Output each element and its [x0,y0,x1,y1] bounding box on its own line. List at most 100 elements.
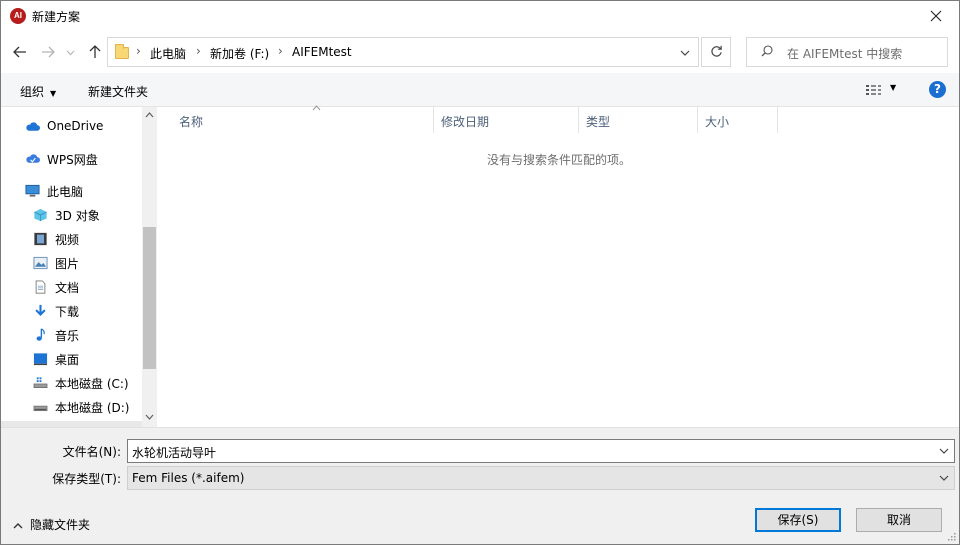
cancel-button[interactable]: 取消 [856,508,942,532]
drive-d-icon [33,405,48,412]
command-toolbar: 组织 ▼ 新建文件夹 ▼ ? [1,73,959,107]
column-header-size[interactable]: 大小 [698,107,778,133]
arrow-left-icon [13,46,26,58]
folder-icon [115,44,129,59]
view-menu-caret-icon[interactable]: ▼ [890,83,896,92]
organize-label: 组织 [20,85,45,99]
navigation-pane-scrollbar[interactable] [142,107,157,427]
breadcrumb-drive-f[interactable]: 新加卷 (F:) [210,45,269,62]
navigation-bar: › 此电脑 › 新加卷 (F:) › AIFEMtest 在 AIFEMtest… [1,31,959,73]
column-header-label: 类型 [586,115,611,129]
up-button[interactable] [84,41,106,63]
breadcrumb-aifemtest[interactable]: AIFEMtest [292,45,352,59]
sidebar-item-label: 本地磁盘 (C:) [55,377,129,391]
back-button[interactable] [9,41,31,63]
hide-folders-toggle[interactable]: 隐藏文件夹 [13,516,90,533]
wps-cloud-icon [26,154,40,163]
caret-down-icon: ▼ [50,89,57,98]
music-icon [36,328,45,341]
scroll-up-icon[interactable] [142,107,157,124]
view-options-icon[interactable] [865,83,883,97]
arrow-right-icon [42,46,55,58]
breadcrumb-this-pc[interactable]: 此电脑 [150,45,186,62]
drive-c-icon [33,377,48,388]
sidebar-item-label: 图片 [55,257,80,271]
filename-value: 水轮机活动导叶 [132,446,217,460]
resize-grip-icon[interactable] [946,531,956,541]
sidebar-item-label: 下载 [55,305,80,319]
sidebar-item-this-pc[interactable]: 此电脑 [1,180,141,202]
close-icon [930,10,942,22]
breadcrumb-separator: › [136,44,141,58]
filename-dropdown-icon[interactable] [939,445,949,457]
save-form: 文件名(N): 水轮机活动导叶 保存类型(T): Fem Files (*.ai… [1,427,959,544]
recent-locations-button[interactable] [63,41,77,63]
dialog-title: 新建方案 [32,10,81,24]
breadcrumb-separator: › [278,44,283,58]
sidebar-item-3d-objects[interactable]: 3D 对象 [1,204,141,226]
help-icon[interactable]: ? [929,81,946,98]
arrow-up-icon [89,45,101,58]
sidebar-item-onedrive[interactable]: OneDrive [1,116,141,138]
sidebar-item-drive-d[interactable]: 本地磁盘 (D:) [1,396,141,418]
chevron-down-icon [680,50,690,56]
filename-label: 文件名(N): [62,445,121,459]
column-header-name[interactable]: 名称 [172,105,434,133]
filetype-select[interactable]: Fem Files (*.aifem) [127,466,955,490]
sidebar-item-wps-cloud[interactable]: WPS网盘 [1,148,141,170]
scrollbar-thumb[interactable] [143,227,156,369]
column-header-date[interactable]: 修改日期 [434,107,579,133]
filetype-dropdown-icon[interactable] [939,472,949,484]
file-list[interactable]: 名称 修改日期 类型 大小 没有与搜索条件匹配的项。 [159,105,959,427]
documents-icon [35,280,46,294]
app-logo-icon: AI [10,8,26,24]
search-icon [761,45,773,57]
sidebar-item-label: 本地磁盘 (D:) [55,401,130,415]
save-dialog: AI 新建方案 › 此电脑 › 新加卷 (F:) › AIFEMtest 在 A… [0,0,960,545]
search-input[interactable]: 在 AIFEMtest 中搜索 [746,37,948,67]
download-icon [35,304,46,316]
pictures-icon [33,256,48,270]
sidebar-item-desktop[interactable]: 桌面 [1,348,141,370]
filetype-label: 保存类型(T): [52,472,121,486]
sidebar-item-label: WPS网盘 [47,153,98,167]
scroll-down-icon[interactable] [142,409,157,426]
organize-button[interactable]: 组织 ▼ [20,83,56,100]
navigation-pane: OneDrive WPS网盘 此电脑 3D 对象 视频 图片 文档 下载 音乐 … [1,107,157,427]
save-button[interactable]: 保存(S) [755,508,841,532]
filename-field[interactable]: 水轮机活动导叶 [127,439,955,463]
cloud-icon [26,122,40,131]
address-bar[interactable]: › 此电脑 › 新加卷 (F:) › AIFEMtest [107,37,699,67]
sidebar-item-downloads[interactable]: 下载 [1,300,141,322]
search-placeholder: 在 AIFEMtest 中搜索 [787,47,903,61]
breadcrumb-separator: › [196,44,201,58]
column-header-label: 大小 [705,115,730,129]
3d-objects-icon [34,208,47,222]
refresh-icon [710,45,722,57]
sidebar-item-documents[interactable]: 文档 [1,276,141,298]
sidebar-item-label: 音乐 [55,329,80,343]
title-bar: AI 新建方案 [1,1,959,31]
close-button[interactable] [913,1,959,31]
desktop-icon [33,353,48,366]
sidebar-item-drive-c[interactable]: 本地磁盘 (C:) [1,372,141,394]
filetype-value: Fem Files (*.aifem) [132,471,245,485]
forward-button[interactable] [37,41,59,63]
sidebar-item-label: OneDrive [47,119,104,133]
sidebar-item-music[interactable]: 音乐 [1,324,141,346]
sort-ascending-icon [312,105,321,111]
sidebar-item-label: 3D 对象 [55,209,100,223]
new-folder-button[interactable]: 新建文件夹 [88,83,148,100]
chevron-down-icon [66,50,74,56]
sidebar-item-label: 此电脑 [47,185,84,199]
column-header-type[interactable]: 类型 [579,107,698,133]
sidebar-item-label: 桌面 [55,353,80,367]
sidebar-item-label: 视频 [55,233,80,247]
column-header-label: 名称 [179,115,204,129]
empty-folder-message: 没有与搜索条件匹配的项。 [486,153,631,167]
refresh-button[interactable] [701,37,731,67]
address-history-button[interactable] [680,44,690,59]
computer-icon [25,184,40,197]
sidebar-item-video[interactable]: 视频 [1,228,141,250]
sidebar-item-pictures[interactable]: 图片 [1,252,141,274]
